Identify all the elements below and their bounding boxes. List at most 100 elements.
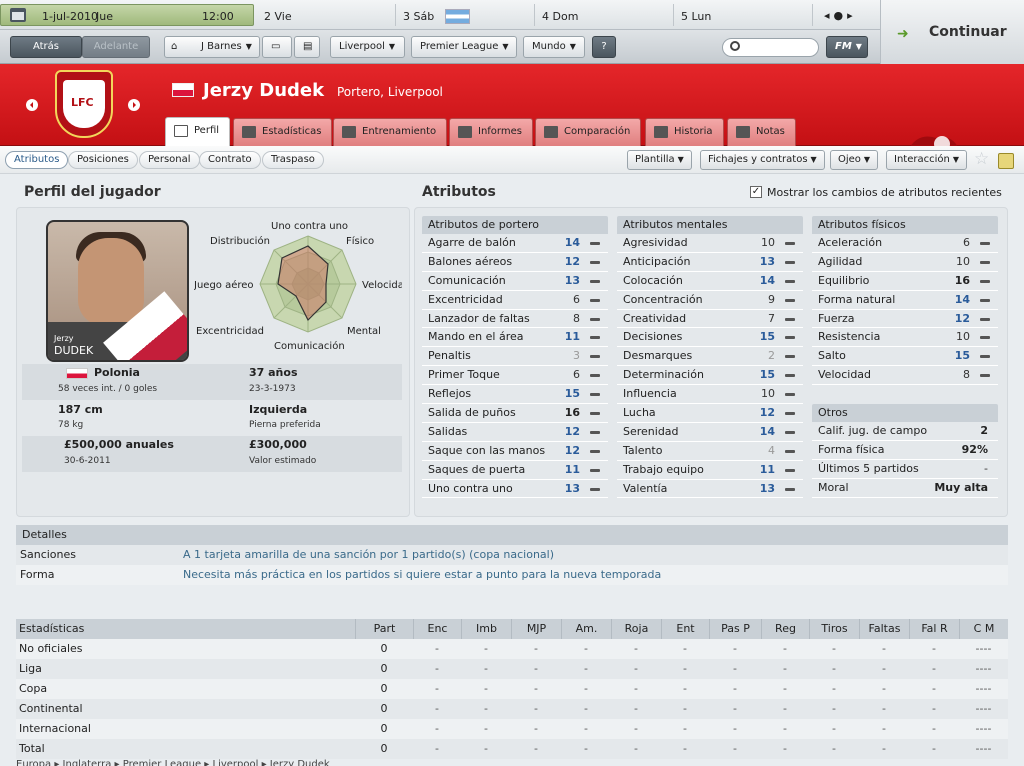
attribute-row[interactable]: Serenidad 14 (617, 422, 803, 442)
day-cell-3[interactable]: 4 Dom (542, 10, 578, 23)
breadcrumb-separator-icon[interactable]: ▸ (111, 759, 122, 766)
tab-perfil[interactable]: Perfil (165, 117, 231, 147)
attribute-row[interactable]: Reflejos 15 (422, 385, 608, 405)
continue-button[interactable]: ➜ Continuar (880, 0, 1024, 64)
attribute-row[interactable]: Creatividad 7 (617, 309, 803, 329)
inbox-icon[interactable]: ▭ (262, 36, 292, 58)
column-header[interactable]: Faltas (859, 619, 909, 639)
add-note-icon[interactable] (998, 153, 1014, 169)
subtab-posiciones[interactable]: Posiciones (68, 151, 138, 169)
breadcrumb-item[interactable]: Inglaterra (63, 759, 112, 766)
attribute-row[interactable]: Agilidad 10 (812, 252, 998, 272)
day-navigation-icon[interactable]: ◂●▸ (824, 9, 857, 22)
breadcrumb-separator-icon[interactable]: ▸ (258, 759, 269, 766)
breadcrumb-separator-icon[interactable]: ▸ (51, 759, 62, 766)
notes-icon[interactable]: ▤ (294, 36, 320, 58)
attribute-row[interactable]: Trabajo equipo 11 (617, 460, 803, 480)
column-header[interactable]: Roja (611, 619, 661, 639)
transfers-menu[interactable]: Fichajes y contratos ▼ (700, 150, 825, 170)
calendar-icon[interactable] (10, 8, 26, 22)
back-button[interactable]: Atrás (10, 36, 82, 58)
column-header[interactable]: Tiros (809, 619, 859, 639)
attribute-row[interactable]: Comunicación 13 (422, 271, 608, 291)
attribute-row[interactable]: Concentración 9 (617, 290, 803, 310)
table-row[interactable]: Internacional 0- - - - - - - - - - - ---- (16, 719, 1008, 739)
table-row[interactable]: Continental 0- - - - - - - - - - - ---- (16, 699, 1008, 719)
nationality[interactable]: Polonia (94, 366, 140, 379)
search-input[interactable] (722, 38, 819, 57)
column-header[interactable]: Imb (461, 619, 511, 639)
competition-menu[interactable]: Premier League ▼ (411, 36, 517, 58)
table-row[interactable]: Total 0- - - - - - - - - - - ---- (16, 739, 1008, 759)
attribute-row[interactable]: Lucha 12 (617, 404, 803, 423)
table-row[interactable]: Liga 0- - - - - - - - - - - ---- (16, 659, 1008, 679)
attribute-row[interactable]: Últimos 5 partidos - (812, 459, 998, 479)
attribute-row[interactable]: Salida de puños 16 (422, 404, 608, 423)
attribute-row[interactable]: Mando en el área 11 (422, 328, 608, 348)
subtab-personal[interactable]: Personal (139, 151, 200, 169)
tab-estadisticas[interactable]: Estadísticas (233, 118, 333, 146)
table-row[interactable]: No oficiales 0- - - - - - - - - - - ---- (16, 639, 1008, 659)
attribute-row[interactable]: Decisiones 15 (617, 328, 803, 348)
attribute-row[interactable]: Determinación 15 (617, 366, 803, 386)
attribute-row[interactable]: Uno contra uno 13 (422, 479, 608, 499)
scouting-menu[interactable]: Ojeo ▼ (830, 150, 879, 170)
subtab-contrato[interactable]: Contrato (199, 151, 261, 169)
column-header[interactable]: Am. (561, 619, 611, 639)
attribute-row[interactable]: Forma física 92% (812, 440, 998, 460)
column-header[interactable]: Enc (413, 619, 461, 639)
attribute-row[interactable]: Excentricidad 6 (422, 290, 608, 310)
attribute-row[interactable]: Aceleración 6 (812, 234, 998, 253)
attribute-row[interactable]: Saque con las manos 12 (422, 441, 608, 461)
tab-notas[interactable]: Notas (727, 118, 796, 146)
column-header[interactable]: C M (959, 619, 1008, 639)
breadcrumb-item[interactable]: Liverpool (213, 759, 259, 766)
breadcrumb-item[interactable]: Premier League (123, 759, 201, 766)
tab-comparacion[interactable]: Comparación (535, 118, 642, 146)
column-header[interactable]: Reg (761, 619, 809, 639)
attribute-row[interactable]: Salto 15 (812, 347, 998, 367)
column-header[interactable]: Part (355, 619, 413, 639)
attribute-row[interactable]: Saques de puerta 11 (422, 460, 608, 480)
fm-menu[interactable]: FM ▼ (826, 36, 868, 58)
column-header[interactable]: MJP (511, 619, 561, 639)
manager-menu[interactable]: ⌂ J Barnes ▼ (164, 36, 260, 58)
help-button[interactable]: ? (592, 36, 616, 58)
tab-informes[interactable]: Informes (449, 118, 533, 146)
forward-button[interactable]: Adelante (82, 36, 150, 58)
attribute-row[interactable]: Salidas 12 (422, 422, 608, 442)
shortlist-star-icon[interactable]: ☆ (974, 149, 989, 169)
column-header[interactable]: Fal R (909, 619, 959, 639)
tab-entrenamiento[interactable]: Entrenamiento (333, 118, 448, 146)
subtab-atributos[interactable]: Atributos (5, 151, 69, 169)
attribute-row[interactable]: Valentía 13 (617, 479, 803, 499)
squad-menu[interactable]: Plantilla ▼ (627, 150, 692, 170)
attribute-row[interactable]: Agarre de balón 14 (422, 234, 608, 253)
subtab-traspaso[interactable]: Traspaso (262, 151, 324, 169)
next-player-icon[interactable] (128, 99, 140, 111)
day-cell-2[interactable]: 3 Sáb (403, 10, 434, 23)
day-cell-1[interactable]: 2 Vie (264, 10, 292, 23)
attribute-row[interactable]: Agresividad 10 (617, 234, 803, 253)
world-menu[interactable]: Mundo ▼ (523, 36, 585, 58)
previous-player-icon[interactable] (26, 99, 38, 111)
attribute-row[interactable]: Desmarques 2 (617, 347, 803, 367)
column-header[interactable]: Pas P (709, 619, 761, 639)
attribute-row[interactable]: Velocidad 8 (812, 366, 998, 386)
club-crest-icon[interactable] (55, 70, 113, 138)
show-changes-checkbox[interactable]: ✓ (750, 186, 762, 198)
attribute-row[interactable]: Balones aéreos 12 (422, 252, 608, 272)
attribute-row[interactable]: Fuerza 12 (812, 309, 998, 329)
tab-historia[interactable]: Historia (645, 118, 724, 146)
attribute-row[interactable]: Forma natural 14 (812, 290, 998, 310)
attribute-row[interactable]: Lanzador de faltas 8 (422, 309, 608, 329)
club-menu[interactable]: Liverpool ▼ (330, 36, 405, 58)
table-row[interactable]: Copa 0- - - - - - - - - - - ---- (16, 679, 1008, 699)
column-header[interactable]: Ent (661, 619, 709, 639)
attribute-row[interactable]: Primer Toque 6 (422, 366, 608, 386)
attribute-row[interactable]: Talento 4 (617, 441, 803, 461)
attribute-row[interactable]: Colocación 14 (617, 271, 803, 291)
interaction-menu[interactable]: Interacción ▼ (886, 150, 967, 170)
attribute-row[interactable]: Anticipación 13 (617, 252, 803, 272)
day-cell-4[interactable]: 5 Lun (681, 10, 711, 23)
